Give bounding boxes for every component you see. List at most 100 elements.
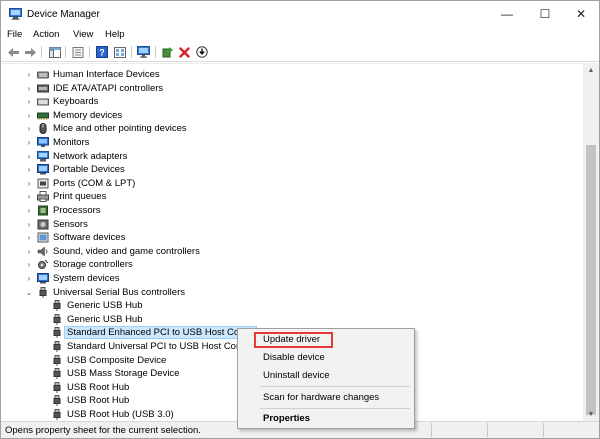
tree-category-processors[interactable]: › Processors: [1, 204, 583, 218]
tree-category-network-adapters[interactable]: › Network adapters: [1, 150, 583, 164]
tree-category-label: Universal Serial Bus controllers: [53, 286, 185, 298]
back-icon[interactable]: [6, 45, 21, 59]
tree-category-keyboards[interactable]: › Keyboards: [1, 95, 583, 109]
menu-item-properties[interactable]: Properties: [238, 410, 414, 427]
menu-item-uninstall-device[interactable]: Uninstall device: [238, 367, 414, 384]
tree-category-label: Network adapters: [53, 150, 128, 162]
help-icon[interactable]: ?: [94, 45, 109, 59]
tree-category-system-devices[interactable]: › System devices: [1, 272, 583, 286]
tree-category-mice[interactable]: › Mice and other pointing devices: [1, 122, 583, 136]
tree-category-ports[interactable]: › Ports (COM & LPT): [1, 177, 583, 191]
tree-category-portable-devices[interactable]: › Portable Devices: [1, 163, 583, 177]
expand-chevron-icon[interactable]: ›: [25, 70, 33, 79]
expand-chevron-icon[interactable]: ›: [25, 260, 33, 269]
tree-device-label: USB Mass Storage Device: [67, 368, 180, 380]
menu-help[interactable]: Help: [105, 29, 125, 40]
expand-chevron-icon[interactable]: ›: [25, 206, 33, 215]
tree-category-software-devices[interactable]: › Software devices: [1, 231, 583, 245]
status-panels: [431, 423, 599, 437]
system-device-icon: [37, 273, 49, 284]
expand-chevron-icon[interactable]: ›: [25, 111, 33, 120]
expand-chevron-icon[interactable]: ›: [25, 274, 33, 283]
collapse-chevron-icon[interactable]: ⌄: [25, 288, 33, 297]
tree-category-label: Monitors: [53, 137, 90, 148]
expand-chevron-icon[interactable]: ›: [25, 192, 33, 201]
tree-category-print-queues[interactable]: › Print queues: [1, 190, 583, 204]
tree-category-sensors[interactable]: › Sensors: [1, 218, 583, 232]
portable-device-icon: [37, 164, 49, 175]
expand-chevron-icon[interactable]: ›: [25, 138, 33, 147]
expand-chevron-icon[interactable]: ›: [25, 247, 33, 256]
menu-item-label: Uninstall device: [263, 370, 330, 381]
status-panel: [431, 423, 487, 437]
expand-chevron-icon[interactable]: ›: [25, 233, 33, 242]
tree-category-monitors[interactable]: › Monitors: [1, 136, 583, 150]
expand-chevron-icon[interactable]: ›: [25, 84, 33, 93]
tree-category-usb-controllers[interactable]: ⌄ Universal Serial Bus controllers: [1, 286, 583, 300]
usb-device-icon: [53, 409, 61, 420]
minimize-button[interactable]: —: [487, 1, 527, 27]
usb-device-icon: [53, 381, 61, 393]
toolbar-separator: [89, 46, 90, 58]
view-icon[interactable]: [112, 45, 127, 59]
menu-file[interactable]: File: [7, 29, 22, 40]
menu-item-scan-hardware[interactable]: Scan for hardware changes: [238, 389, 414, 406]
expand-chevron-icon[interactable]: ›: [25, 152, 33, 161]
tree-device-label: Standard Enhanced PCI to USB Host Contro: [67, 327, 256, 339]
uninstall-icon[interactable]: [177, 45, 192, 59]
toolbar: ?: [1, 43, 599, 62]
download-icon[interactable]: [194, 45, 209, 59]
svg-text:?: ?: [99, 48, 105, 58]
tree-device-label: Generic USB Hub: [67, 300, 143, 312]
expand-chevron-icon[interactable]: ›: [25, 97, 33, 106]
expand-chevron-icon[interactable]: ›: [25, 179, 33, 188]
menu-item-disable-device[interactable]: Disable device: [238, 349, 414, 366]
properties-icon[interactable]: [70, 45, 85, 59]
tree-category-label: Print queues: [53, 191, 107, 203]
tree-category-sound-video-game[interactable]: › Sound, video and game controllers: [1, 245, 583, 259]
close-button[interactable]: ✕: [561, 1, 600, 27]
menu-separator: [260, 408, 410, 409]
menu-item-label: Scan for hardware changes: [263, 392, 380, 403]
monitor-icon[interactable]: [136, 45, 151, 59]
expand-chevron-icon[interactable]: ›: [25, 124, 33, 133]
title-bar[interactable]: Device Manager — ☐ ✕: [1, 1, 599, 27]
scroll-down-arrow-icon[interactable]: ▼: [583, 407, 599, 421]
tree-category-memory-devices[interactable]: › Memory devices: [1, 109, 583, 123]
usb-device-icon: [53, 341, 61, 352]
menu-item-update-driver[interactable]: Update driver: [238, 331, 414, 348]
tree-category-label: Processors: [53, 205, 101, 216]
device-manager-window: Device Manager — ☐ ✕ File Action View He…: [0, 0, 600, 439]
tree-category-ide-ata-atapi[interactable]: › IDE ATA/ATAPI controllers: [1, 82, 583, 96]
menu-view[interactable]: View: [73, 29, 93, 40]
usb-device-icon: [53, 300, 61, 312]
usb-device-icon: [53, 327, 61, 339]
update-driver-icon[interactable]: [160, 45, 175, 59]
tree-category-label: Mice and other pointing devices: [53, 123, 187, 135]
tree-category-label: Human Interface Devices: [53, 69, 160, 80]
expand-chevron-icon[interactable]: ›: [25, 165, 33, 174]
show-hide-tree-icon[interactable]: [47, 45, 62, 59]
status-text: Opens property sheet for the current sel…: [5, 425, 201, 436]
maximize-button[interactable]: ☐: [525, 1, 565, 27]
mouse-icon: [39, 123, 47, 135]
hid-icon: [37, 71, 49, 79]
scrollbar-thumb[interactable]: [586, 145, 596, 415]
menu-item-label: Update driver: [263, 334, 321, 345]
tree-category-label: Sensors: [53, 218, 88, 230]
tree-category-human-interface-devices[interactable]: › Human Interface Devices: [1, 68, 583, 82]
tree-device-generic-usb-hub[interactable]: Generic USB Hub: [1, 299, 583, 313]
speaker-icon: [37, 246, 48, 257]
menu-item-label: Properties: [263, 413, 310, 424]
tree-device-label: USB Root Hub (USB 3.0): [67, 409, 174, 420]
vertical-scrollbar[interactable]: ▲ ▼: [583, 63, 599, 421]
scroll-up-arrow-icon[interactable]: ▲: [583, 63, 599, 77]
tree-category-label: Software devices: [53, 232, 126, 244]
tree-category-label: Storage controllers: [53, 259, 133, 271]
forward-icon[interactable]: [23, 45, 38, 59]
menu-item-label: Disable device: [263, 352, 325, 363]
expand-chevron-icon[interactable]: ›: [25, 220, 33, 229]
tree-category-storage-controllers[interactable]: › Storage controllers: [1, 258, 583, 272]
menu-action[interactable]: Action: [33, 29, 59, 40]
tree-device-generic-usb-hub[interactable]: Generic USB Hub: [1, 313, 583, 327]
